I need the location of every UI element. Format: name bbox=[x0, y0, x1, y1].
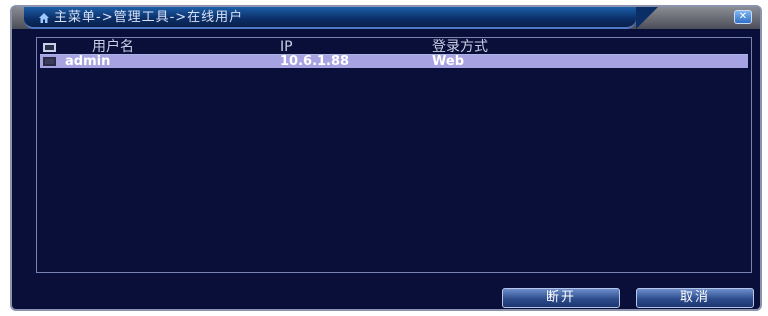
cancel-button[interactable]: 取消 bbox=[636, 288, 754, 308]
row-checkbox[interactable] bbox=[43, 57, 56, 66]
disconnect-button[interactable]: 断开 bbox=[502, 288, 620, 308]
cell-username: admin bbox=[65, 54, 111, 69]
cell-login-method: Web bbox=[432, 54, 464, 69]
select-all-checkbox[interactable] bbox=[43, 43, 56, 52]
online-user-list: 用户名 IP 登录方式 admin 10.6.1.88 Web bbox=[36, 37, 752, 273]
title-bar: 主菜单->管理工具->在线用户 ✕ bbox=[12, 7, 760, 29]
breadcrumb: 主菜单->管理工具->在线用户 bbox=[54, 10, 244, 25]
cell-ip: 10.6.1.88 bbox=[280, 54, 350, 69]
list-header: 用户名 IP 登录方式 bbox=[40, 40, 748, 55]
column-header-login-method[interactable]: 登录方式 bbox=[432, 40, 488, 54]
home-icon bbox=[39, 13, 49, 23]
column-header-username[interactable]: 用户名 bbox=[92, 40, 134, 54]
online-users-dialog: 主菜单->管理工具->在线用户 ✕ 用户名 IP 登录方式 admin 10.6… bbox=[10, 5, 762, 311]
table-row[interactable]: admin 10.6.1.88 Web bbox=[40, 55, 748, 68]
close-button[interactable]: ✕ bbox=[734, 10, 752, 24]
column-header-ip[interactable]: IP bbox=[280, 40, 293, 54]
